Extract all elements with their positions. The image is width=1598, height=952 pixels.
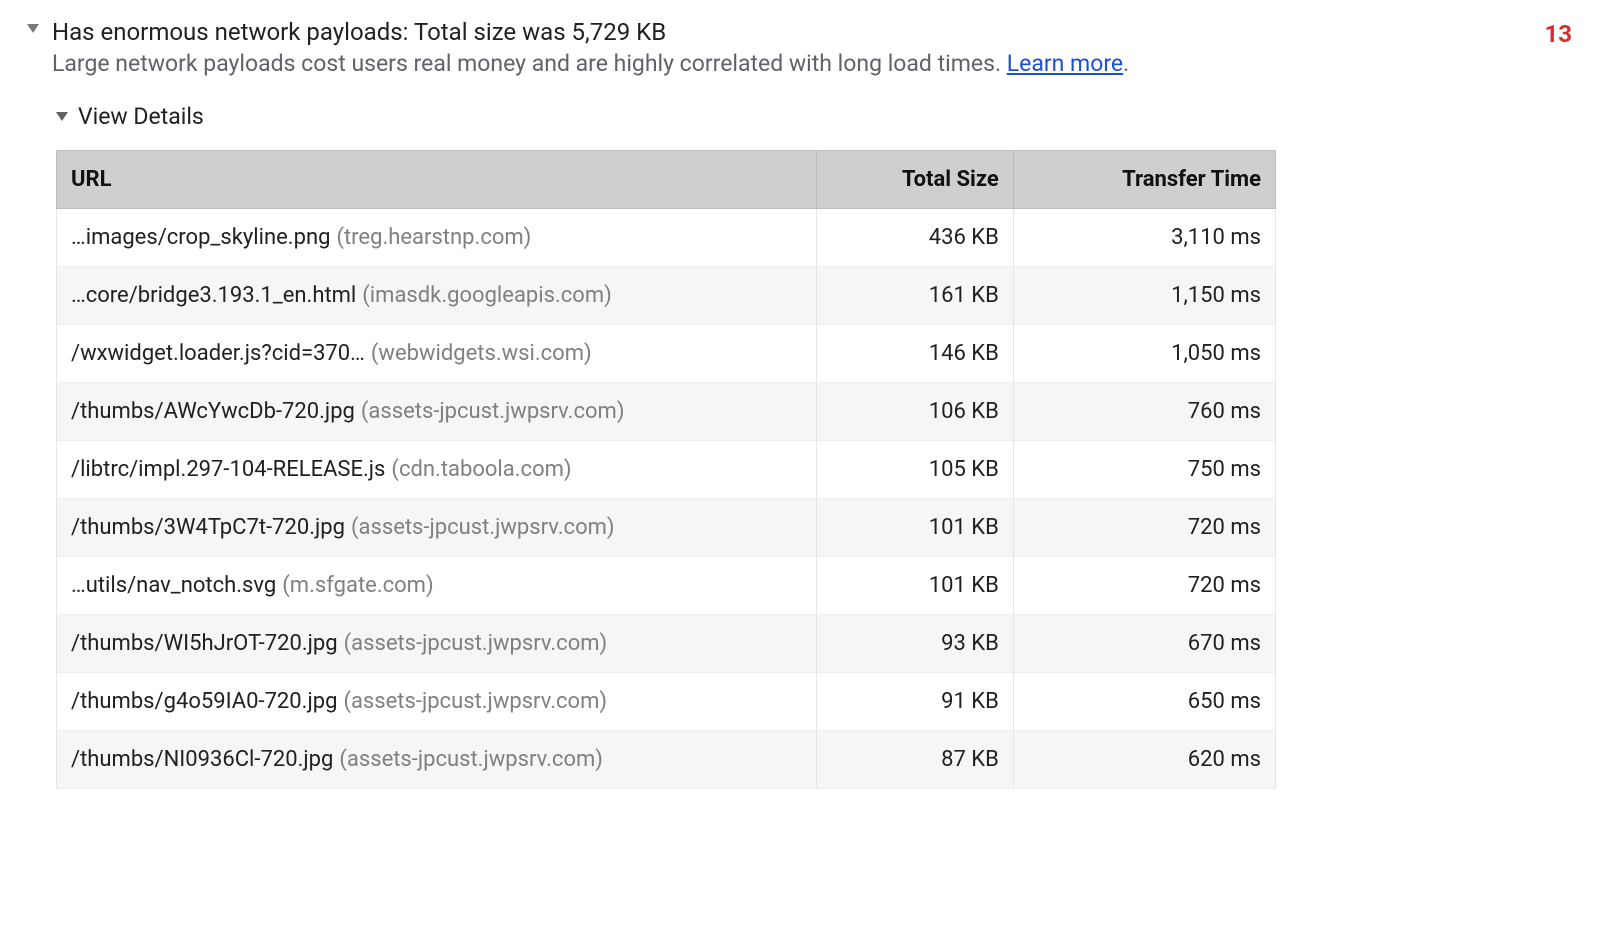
view-details-label: View Details: [78, 103, 204, 130]
url-path[interactable]: …utils/nav_notch.svg: [71, 573, 276, 598]
total-size-cell: 105 KB: [817, 441, 1014, 499]
url-host: (m.sfgate.com): [282, 573, 433, 598]
audit-description-text: Large network payloads cost users real m…: [52, 50, 1007, 77]
table-row: /thumbs/AWcYwcDb-720.jpg(assets-jpcust.j…: [57, 383, 1276, 441]
url-host: (assets-jpcust.jwpsrv.com): [339, 747, 603, 772]
url-path[interactable]: …core/bridge3.193.1_en.html: [71, 283, 356, 308]
url-host: (treg.hearstnp.com): [336, 225, 531, 250]
total-size-cell: 161 KB: [817, 267, 1014, 325]
total-size-cell: 87 KB: [817, 731, 1014, 789]
url-path[interactable]: …images/crop_skyline.png: [71, 225, 330, 250]
transfer-time-cell: 670 ms: [1013, 615, 1275, 673]
audit-title: Has enormous network payloads: Total siz…: [52, 18, 1534, 46]
audit-disclosure-toggle[interactable]: [27, 24, 39, 33]
learn-more-link[interactable]: Learn more: [1007, 50, 1123, 77]
total-size-cell: 146 KB: [817, 325, 1014, 383]
table-row: /thumbs/g4o59IA0-720.jpg(assets-jpcust.j…: [57, 673, 1276, 731]
url-cell: /libtrc/impl.297-104-RELEASE.js(cdn.tabo…: [57, 441, 817, 499]
url-host: (imasdk.googleapis.com): [362, 283, 612, 308]
table-row: …utils/nav_notch.svg(m.sfgate.com)101 KB…: [57, 557, 1276, 615]
url-path[interactable]: /thumbs/AWcYwcDb-720.jpg: [71, 399, 355, 424]
url-host: (assets-jpcust.jwpsrv.com): [344, 631, 608, 656]
url-cell: …core/bridge3.193.1_en.html(imasdk.googl…: [57, 267, 817, 325]
view-details-toggle[interactable]: [56, 112, 68, 121]
table-row: …images/crop_skyline.png(treg.hearstnp.c…: [57, 209, 1276, 267]
payloads-table: URL Total Size Transfer Time …images/cro…: [56, 150, 1276, 789]
transfer-time-cell: 650 ms: [1013, 673, 1275, 731]
url-host: (assets-jpcust.jwpsrv.com): [343, 689, 607, 714]
url-cell: /thumbs/AWcYwcDb-720.jpg(assets-jpcust.j…: [57, 383, 817, 441]
url-cell: /thumbs/NI0936Cl-720.jpg(assets-jpcust.j…: [57, 731, 817, 789]
total-size-cell: 93 KB: [817, 615, 1014, 673]
transfer-time-cell: 750 ms: [1013, 441, 1275, 499]
total-size-cell: 101 KB: [817, 499, 1014, 557]
audit-description: Large network payloads cost users real m…: [52, 50, 1534, 77]
url-path[interactable]: /wxwidget.loader.js?cid=370…: [71, 341, 365, 366]
url-cell: /thumbs/3W4TpC7t-720.jpg(assets-jpcust.j…: [57, 499, 817, 557]
transfer-time-cell: 720 ms: [1013, 499, 1275, 557]
total-size-cell: 436 KB: [817, 209, 1014, 267]
total-size-cell: 106 KB: [817, 383, 1014, 441]
url-cell: /thumbs/WI5hJrOT-720.jpg(assets-jpcust.j…: [57, 615, 817, 673]
url-host: (cdn.taboola.com): [391, 457, 571, 482]
url-path[interactable]: /thumbs/3W4TpC7t-720.jpg: [71, 515, 345, 540]
url-host: (assets-jpcust.jwpsrv.com): [361, 399, 625, 424]
transfer-time-cell: 620 ms: [1013, 731, 1275, 789]
total-size-cell: 101 KB: [817, 557, 1014, 615]
total-size-cell: 91 KB: [817, 673, 1014, 731]
column-header-transfer-time: Transfer Time: [1013, 151, 1275, 209]
table-row: …core/bridge3.193.1_en.html(imasdk.googl…: [57, 267, 1276, 325]
audit-description-period: .: [1123, 50, 1129, 77]
url-host: (webwidgets.wsi.com): [371, 341, 592, 366]
column-header-total-size: Total Size: [817, 151, 1014, 209]
audit-score-badge: 13: [1544, 18, 1580, 48]
url-path[interactable]: /thumbs/NI0936Cl-720.jpg: [71, 747, 333, 772]
url-cell: /thumbs/g4o59IA0-720.jpg(assets-jpcust.j…: [57, 673, 817, 731]
table-row: /thumbs/3W4TpC7t-720.jpg(assets-jpcust.j…: [57, 499, 1276, 557]
transfer-time-cell: 1,150 ms: [1013, 267, 1275, 325]
url-cell: /wxwidget.loader.js?cid=370…(webwidgets.…: [57, 325, 817, 383]
table-row: /libtrc/impl.297-104-RELEASE.js(cdn.tabo…: [57, 441, 1276, 499]
url-cell: …images/crop_skyline.png(treg.hearstnp.c…: [57, 209, 817, 267]
url-path[interactable]: /thumbs/g4o59IA0-720.jpg: [71, 689, 337, 714]
table-row: /thumbs/WI5hJrOT-720.jpg(assets-jpcust.j…: [57, 615, 1276, 673]
url-path[interactable]: /thumbs/WI5hJrOT-720.jpg: [71, 631, 338, 656]
url-path[interactable]: /libtrc/impl.297-104-RELEASE.js: [71, 457, 385, 482]
url-host: (assets-jpcust.jwpsrv.com): [351, 515, 615, 540]
url-cell: …utils/nav_notch.svg(m.sfgate.com): [57, 557, 817, 615]
transfer-time-cell: 3,110 ms: [1013, 209, 1275, 267]
table-row: /wxwidget.loader.js?cid=370…(webwidgets.…: [57, 325, 1276, 383]
table-row: /thumbs/NI0936Cl-720.jpg(assets-jpcust.j…: [57, 731, 1276, 789]
transfer-time-cell: 1,050 ms: [1013, 325, 1275, 383]
column-header-url: URL: [57, 151, 817, 209]
transfer-time-cell: 760 ms: [1013, 383, 1275, 441]
transfer-time-cell: 720 ms: [1013, 557, 1275, 615]
